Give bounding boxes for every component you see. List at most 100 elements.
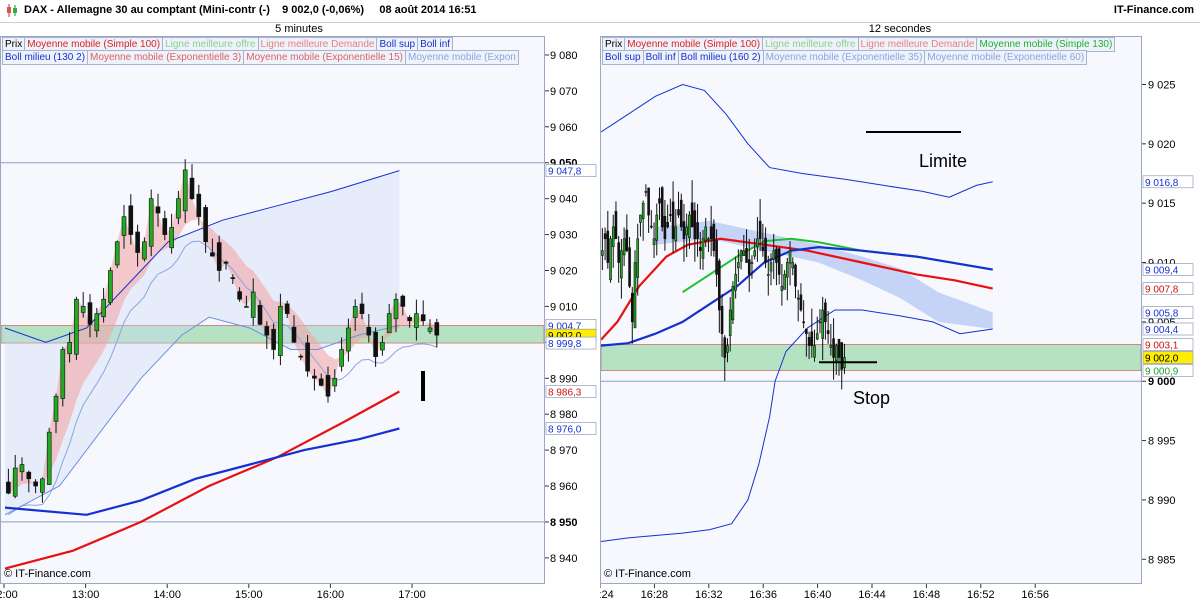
candle-body — [339, 349, 344, 367]
left-plot-area[interactable]: Prix Moyenne mobile (Simple 100) Ligne mei… — [0, 36, 545, 584]
candle-body — [693, 210, 697, 240]
right-x-axis-svg: 16:24 16:28 16:32 16:36 16:40 16:44 16:48 16:52… — [586, 584, 1049, 601]
candle-body — [761, 246, 765, 251]
candle-body — [12, 467, 18, 497]
y-tick-label: 8 990 — [1148, 495, 1176, 507]
candle-body — [791, 262, 795, 269]
candle-body — [698, 247, 702, 251]
candle-body — [142, 241, 147, 260]
y-tick-label: 8 990 — [550, 373, 578, 385]
candle-body — [834, 345, 838, 361]
right-legend-item[interactable]: Moyenne mobile (Exponentielle 35) — [762, 50, 926, 65]
candle-body — [230, 277, 236, 279]
right-copyright: © IT-Finance.com — [604, 568, 691, 580]
right-plot-area[interactable]: Prix Moyenne mobile (Simple 100) Ligne mei… — [600, 36, 1142, 584]
right-chart-panel: 12 secondes Prix Moyenne mobile (Simple 1… — [586, 22, 1200, 601]
y-tick-label: 9 020 — [550, 265, 578, 277]
right-chart-svg — [601, 83, 1141, 542]
right-legend-item[interactable]: Moyenne mobile (Exponentielle 60) — [924, 50, 1088, 65]
candle-body — [291, 326, 297, 343]
candle-body — [87, 302, 93, 325]
price-label: 8 999,8 — [548, 339, 582, 350]
candle-body — [639, 214, 642, 223]
candle-body — [420, 314, 426, 322]
candle-body — [644, 191, 648, 193]
right-legend-item[interactable]: Boll milieu (160 2) — [677, 50, 764, 65]
candle-body — [805, 328, 808, 335]
candle-body — [603, 233, 607, 240]
boll-sup-line — [601, 83, 993, 198]
candle-body — [162, 218, 168, 235]
candle-body — [837, 338, 841, 358]
left-legend-item[interactable]: Moyenne mobile (Exponentielle 3) — [87, 50, 245, 65]
candle-body — [176, 198, 181, 219]
candle-body — [346, 327, 351, 352]
candle-body — [756, 238, 759, 248]
candle-body — [674, 226, 678, 242]
candle-body — [739, 250, 743, 262]
y-tick-label: 8 960 — [550, 481, 578, 493]
candle-body — [94, 313, 100, 332]
x-tick-label: 16:32 — [695, 589, 723, 600]
candle-body — [652, 238, 656, 245]
candle-body — [407, 317, 412, 322]
left-y-axis: 8 9408 9508 9608 9708 9808 9909 0009 010… — [545, 36, 598, 584]
candle-body — [786, 262, 789, 278]
x-tick-label: 16:56 — [1021, 589, 1049, 600]
candle-body — [606, 230, 610, 263]
price-label: 9 000,9 — [1145, 367, 1179, 378]
candle-body — [210, 252, 215, 257]
candle-body — [182, 169, 188, 212]
left-legend-item[interactable]: Moyenne mobile (Expon — [405, 50, 519, 65]
candle-body — [400, 295, 406, 307]
price-label: 9 003,1 — [1145, 340, 1179, 351]
candle-body — [196, 193, 202, 217]
left-legend-item[interactable]: Moyenne mobile (Exponentielle 15) — [243, 50, 407, 65]
candle-body — [802, 321, 805, 324]
y-tick-label: 9 060 — [550, 122, 578, 134]
y-tick-label: 9 030 — [550, 230, 578, 242]
candle-body — [788, 250, 792, 264]
candle-body — [614, 211, 618, 240]
x-tick-label: 12:00 — [0, 589, 18, 600]
candle-body — [80, 306, 86, 313]
candle-body — [813, 345, 816, 358]
candle-body — [169, 227, 174, 249]
right-legend-item[interactable]: Boll inf — [642, 50, 679, 65]
left-legend-row2: Boll milieu (130 2) Moyenne mobile (Expon… — [2, 50, 519, 65]
candle-body — [753, 250, 756, 257]
candle-body — [250, 291, 256, 318]
candle-body — [609, 238, 612, 281]
candle-body — [799, 294, 803, 311]
candle-body — [671, 201, 675, 240]
candle-body — [6, 481, 11, 494]
candle-body — [135, 231, 140, 253]
candle-body — [237, 291, 242, 300]
candle-body — [641, 202, 645, 220]
candle-body — [223, 261, 229, 264]
left-legend-item[interactable]: Boll milieu (130 2) — [2, 50, 89, 65]
left-x-axis-svg: 12:00 13:00 14:00 15:00 16:00 17:00 — [0, 584, 426, 601]
candle-body — [696, 222, 699, 240]
x-tick-label: 17:00 — [398, 589, 426, 600]
candle-body — [826, 330, 830, 335]
candle-body — [257, 305, 263, 325]
x-tick-label: 16:48 — [913, 589, 941, 600]
candle-body — [669, 214, 672, 216]
candle-body — [663, 216, 667, 240]
x-tick-label: 15:00 — [235, 589, 263, 600]
x-tick-label: 16:24 — [600, 589, 614, 600]
candle-body — [325, 375, 331, 397]
price-label: 9 002,0 — [1145, 353, 1179, 364]
candle-body — [332, 377, 338, 387]
candle-body — [731, 285, 735, 321]
y-tick-label: 8 995 — [1148, 436, 1176, 448]
candle-body — [318, 378, 324, 386]
candle-body — [728, 309, 732, 336]
candle-body — [769, 262, 773, 272]
candle-body — [677, 209, 680, 216]
candle-body — [742, 250, 746, 256]
price-label: 9 007,8 — [1145, 285, 1179, 296]
right-legend-item[interactable]: Boll sup — [602, 50, 644, 65]
candle-body — [74, 298, 79, 355]
